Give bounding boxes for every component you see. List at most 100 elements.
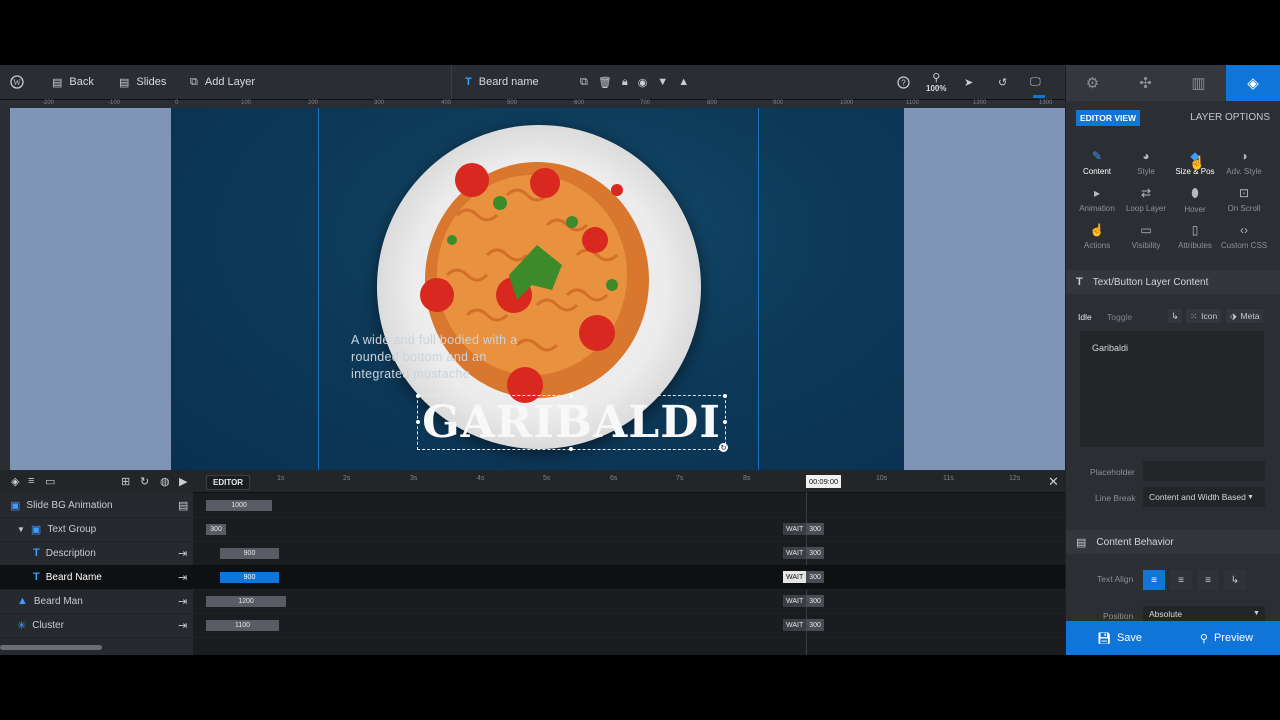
resize-handle[interactable] xyxy=(416,420,420,424)
option-animation[interactable]: ▸ Animation xyxy=(1071,186,1123,222)
text-icon: T xyxy=(1076,276,1083,288)
option-adv-style[interactable]: ◑ Adv. Style xyxy=(1218,149,1270,185)
timeline-row[interactable]: T Description ⇥ 900 WAIT 300 xyxy=(0,541,1065,566)
timeline-row[interactable]: ▲ Beard Man ⇥ 1200 WAIT 300 xyxy=(0,589,1065,614)
editor-canvas[interactable]: A wide and full bodied with a rounded bo… xyxy=(10,108,1065,470)
end-icon[interactable]: ⇥ xyxy=(178,547,187,560)
toggle-tab[interactable]: Toggle xyxy=(1107,312,1132,322)
undo-button[interactable]: ↺ xyxy=(998,65,1007,99)
lock-icon[interactable]: 🔒︎ xyxy=(622,76,628,89)
timeline-row[interactable]: ▼ ▣ Text Group 300 WAIT 300 xyxy=(0,517,1065,542)
menu-icon[interactable]: ≡ xyxy=(28,475,34,487)
layer-name-field[interactable]: T Beard name xyxy=(465,65,539,99)
animation-bar[interactable]: 1000 xyxy=(206,500,272,511)
add-layer-button[interactable]: ⧉ Add Layer xyxy=(190,65,255,99)
refresh-icon[interactable]: ↻ xyxy=(140,475,149,488)
linebreak-icon: ↳ xyxy=(1230,574,1240,586)
animation-bar[interactable]: 900 xyxy=(220,548,279,559)
end-icon[interactable]: ⇥ xyxy=(178,595,187,608)
wait-block[interactable]: WAIT 300 xyxy=(783,523,824,535)
play-icon[interactable]: ▶ xyxy=(179,475,187,488)
align-right-button[interactable]: ≡ xyxy=(1197,570,1219,590)
description-layer[interactable]: A wide and full bodied with a rounded bo… xyxy=(351,332,531,383)
line-break-select[interactable]: Content and Width Based ▼ xyxy=(1143,487,1265,507)
layers-icon[interactable]: ◈ xyxy=(11,475,19,488)
duplicate-icon[interactable]: ⧉ xyxy=(580,76,588,89)
option-visibility[interactable]: ▭ Visibility xyxy=(1120,223,1172,259)
editor-tag[interactable]: EDITOR xyxy=(206,475,251,490)
wait-block[interactable]: WAIT 300 xyxy=(783,571,824,583)
eye-icon[interactable]: ◉ xyxy=(638,76,648,89)
grid-icon[interactable]: ⊞ xyxy=(121,475,130,488)
placeholder-input[interactable] xyxy=(1143,461,1265,481)
meta-button[interactable]: ⬗ Meta xyxy=(1226,309,1264,323)
icon-button[interactable]: ⁙ Icon xyxy=(1186,309,1222,323)
linebreak-button[interactable]: ↳ xyxy=(1168,309,1182,323)
caret-down-icon[interactable]: ▼ xyxy=(17,525,25,534)
stack-icon[interactable]: ▤ xyxy=(178,499,188,512)
playhead-time[interactable]: 00:09:00 xyxy=(806,475,842,488)
option-loop-layer[interactable]: ⇄ Loop Layer xyxy=(1120,186,1172,222)
timeline-row-selected[interactable]: T Beard Name ⇥ 900 WAIT 300 xyxy=(0,565,1065,590)
option-content[interactable]: ✎ Content xyxy=(1071,149,1123,185)
zoom-button[interactable]: ⚲ 100% xyxy=(926,65,946,99)
option-hover[interactable]: ⬮ Hover xyxy=(1169,186,1221,222)
layers-tab-icon[interactable]: ◈ xyxy=(1226,65,1280,101)
gear-icon[interactable]: ⚙ xyxy=(1066,65,1119,101)
wait-block[interactable]: WAIT 300 xyxy=(783,619,824,631)
align-auto-button[interactable]: ↳ xyxy=(1224,570,1246,590)
align-center-button[interactable]: ≡ xyxy=(1170,570,1192,590)
resize-handle[interactable] xyxy=(723,420,727,424)
content-section-header[interactable]: T Text/Button Layer Content xyxy=(1066,270,1280,294)
timeline-row[interactable]: ✳ Cluster ⇥ 1100 WAIT 300 xyxy=(0,613,1065,638)
wordpress-logo-button[interactable]: W xyxy=(10,65,24,99)
text-content-input[interactable]: Garibaldi xyxy=(1080,331,1264,447)
resize-handle[interactable] xyxy=(569,447,573,451)
option-on-scroll[interactable]: ⊡ On Scroll xyxy=(1218,186,1270,222)
behavior-section-header[interactable]: ▤ Content Behavior xyxy=(1066,530,1280,554)
timeline-scrollbar[interactable] xyxy=(0,645,102,650)
animation-bar[interactable]: 1200 xyxy=(206,596,286,607)
idle-tab[interactable]: Idle xyxy=(1078,312,1092,322)
device-button[interactable]: 🖵 xyxy=(1030,65,1041,99)
editor-view-badge[interactable]: EDITOR VIEW xyxy=(1076,110,1141,126)
folder-icon[interactable]: ▭ xyxy=(45,475,55,488)
contrast-icon: ◑ xyxy=(1240,149,1248,163)
title-layer-selection[interactable]: GARIBALDI ↻ xyxy=(416,394,728,452)
align-left-button[interactable]: ≡ xyxy=(1143,570,1165,590)
slide-area[interactable]: A wide and full bodied with a rounded bo… xyxy=(171,108,904,470)
slides-button[interactable]: ▤ Slides xyxy=(119,65,166,99)
help-button[interactable]: ? xyxy=(897,65,910,99)
option-actions[interactable]: ☝ Actions xyxy=(1071,223,1123,259)
close-icon[interactable]: ✕ xyxy=(1048,474,1059,490)
pointer-button[interactable]: ➤ xyxy=(964,65,973,99)
back-button[interactable]: ▤ Back xyxy=(52,65,94,99)
option-style[interactable]: ◕ Style xyxy=(1120,149,1172,185)
resize-handle[interactable] xyxy=(569,394,573,398)
animation-bar[interactable]: 300 xyxy=(206,524,226,535)
audio-icon[interactable]: ◍ xyxy=(160,475,170,488)
cluster-tab-icon[interactable]: ✣ xyxy=(1119,65,1172,101)
save-button[interactable]: 💾︎ Save xyxy=(1066,621,1173,655)
mouse-cursor-icon: ☝ xyxy=(1189,155,1206,170)
trash-icon[interactable]: 🗑 xyxy=(598,76,612,89)
rotate-handle[interactable]: ↻ xyxy=(719,443,728,452)
title-layer[interactable]: GARIBALDI xyxy=(418,398,725,448)
chevron-up-icon[interactable]: ▲ xyxy=(678,76,689,88)
wait-block[interactable]: WAIT 300 xyxy=(783,547,824,559)
columns-icon[interactable]: ▥ xyxy=(1172,65,1225,101)
preview-button[interactable]: ⚲ Preview xyxy=(1173,621,1280,655)
chevron-down-icon[interactable]: ▼ xyxy=(657,76,668,88)
animation-bar[interactable]: 900 xyxy=(220,572,279,583)
resize-handle[interactable] xyxy=(416,394,420,398)
animation-bar[interactable]: 1100 xyxy=(206,620,279,631)
mouse-icon: ⬮ xyxy=(1191,186,1199,200)
timeline-row[interactable]: ▣ Slide BG Animation ▤ 1000 xyxy=(0,493,1065,518)
end-icon[interactable]: ⇥ xyxy=(178,571,187,584)
option-custom-css[interactable]: ‹› Custom CSS xyxy=(1218,223,1270,259)
option-attributes[interactable]: ▯ Attributes xyxy=(1169,223,1221,259)
resize-handle[interactable] xyxy=(723,394,727,398)
wait-block[interactable]: WAIT 300 xyxy=(783,595,824,607)
position-select[interactable]: Absolute ▼ xyxy=(1143,606,1265,621)
end-icon[interactable]: ⇥ xyxy=(178,619,187,632)
